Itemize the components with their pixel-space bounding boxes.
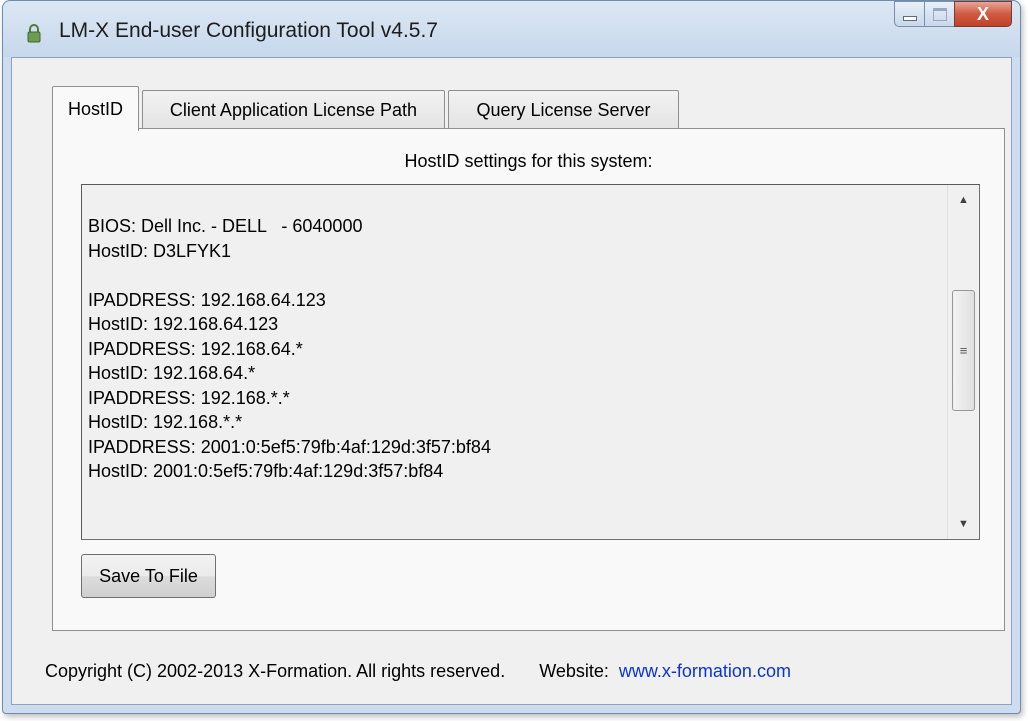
hostid-text-line: HostID: 192.168.*.* [88,412,243,432]
tab-query-license-server[interactable]: Query License Server [448,90,679,129]
tab-label: HostID [67,98,123,119]
scroll-up-button[interactable]: ▲ [948,185,979,215]
save-to-file-button[interactable]: Save To File [81,554,216,598]
hostid-text-line: IPADDRESS: 192.168.64.* [88,338,303,359]
lock-icon [27,24,41,43]
client-area: HostID Client Application License Path Q… [11,57,1012,705]
tab-label: Client Application License Path [169,99,418,120]
tab-client-application-license-path[interactable]: Client Application License Path [142,90,445,129]
window-title: LM-X End-user Configuration Tool v4.5.7 [59,19,438,42]
maximize-button[interactable] [924,1,954,27]
title-bar[interactable]: LM-X End-user Configuration Tool v4.5.7 … [3,1,1020,57]
hostid-tab-panel: HostID settings for this system: BIOS: D… [52,128,1005,631]
triangle-up-icon: ▲ [958,194,969,206]
minimize-icon [902,15,917,21]
hostid-text-line: HostID: 192.168.64.* [88,363,256,383]
app-window: LM-X End-user Configuration Tool v4.5.7 … [2,0,1021,714]
website-link[interactable]: www.x-formation.com [619,661,791,681]
minimize-button[interactable] [894,1,924,27]
grip-lines-icon: ≡ [959,343,968,358]
triangle-down-icon: ▼ [958,518,969,530]
hostid-text-content: BIOS: Dell Inc. - DELL - 6040000 HostID: … [88,214,948,484]
hostid-text-line: HostID: D3LFYK1 [88,240,232,261]
close-icon: X [976,3,989,24]
panel-heading: HostID settings for this system: [404,151,653,171]
scroll-thumb[interactable]: ≡ [952,290,975,411]
vertical-scrollbar[interactable]: ▲ ≡ ▼ [947,185,979,539]
close-button[interactable]: X [954,1,1012,27]
save-button-label: Save To File [99,565,198,586]
scroll-down-button[interactable]: ▼ [948,509,979,539]
hostid-text-line [88,263,948,288]
hostid-text-area[interactable]: BIOS: Dell Inc. - DELL - 6040000 HostID: … [81,184,980,540]
maximize-icon [932,7,947,21]
website-label: Website: [539,661,609,681]
caption-buttons: X [894,1,1012,27]
hostid-text-line: IPADDRESS: 192.168.*.* [88,387,290,408]
copyright-text: Copyright (C) 2002-2013 X-Formation. All… [45,661,506,681]
hostid-text-line: IPADDRESS: 2001:0:5ef5:79fb:4af:129d:3f5… [88,436,491,457]
hostid-text-line: IPADDRESS: 192.168.64.123 [88,289,326,310]
hostid-text-line: HostID: 2001:0:5ef5:79fb:4af:129d:3f57:b… [88,461,444,481]
tab-hostid[interactable]: HostID [52,86,139,131]
hostid-text-line: BIOS: Dell Inc. - DELL - 6040000 [88,216,363,236]
footer: Copyright (C) 2002-2013 X-Formation. All… [45,661,791,682]
tab-label: Query License Server [476,99,651,120]
hostid-text-line: HostID: 192.168.64.123 [88,314,279,334]
